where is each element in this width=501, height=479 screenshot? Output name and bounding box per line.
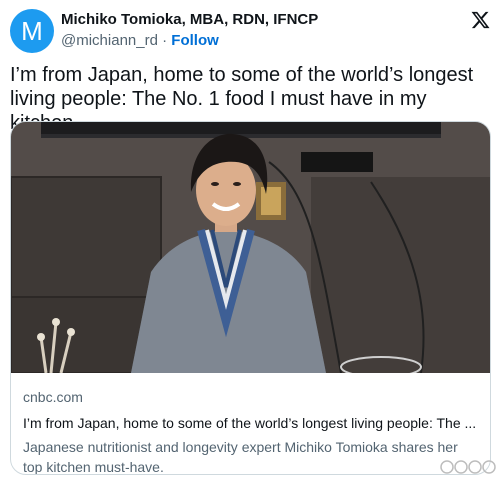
follow-button[interactable]: Follow xyxy=(171,32,219,49)
x-logo-icon[interactable] xyxy=(470,10,491,30)
author-handle[interactable]: @michiann_rd xyxy=(61,32,158,49)
link-card[interactable]: cnbc.com I’m from Japan, home to some of… xyxy=(10,121,491,475)
card-meta: cnbc.com I’m from Japan, home to some of… xyxy=(11,373,490,475)
card-description: Japanese nutritionist and longevity expe… xyxy=(23,439,458,475)
separator-dot: · xyxy=(162,32,168,49)
avatar[interactable]: M xyxy=(10,9,54,53)
card-image[interactable] xyxy=(11,122,490,373)
watermark-logo xyxy=(440,460,496,474)
tweet-header: M Michiko Tomioka, MBA, RDN, IFNCP @mich… xyxy=(10,9,491,53)
author-name[interactable]: Michiko Tomioka, MBA, RDN, IFNCP xyxy=(61,11,318,28)
handle-row: @michiann_rd · Follow xyxy=(61,32,219,49)
card-domain: cnbc.com xyxy=(23,389,83,405)
card-title[interactable]: I’m from Japan, home to some of the worl… xyxy=(23,413,478,433)
